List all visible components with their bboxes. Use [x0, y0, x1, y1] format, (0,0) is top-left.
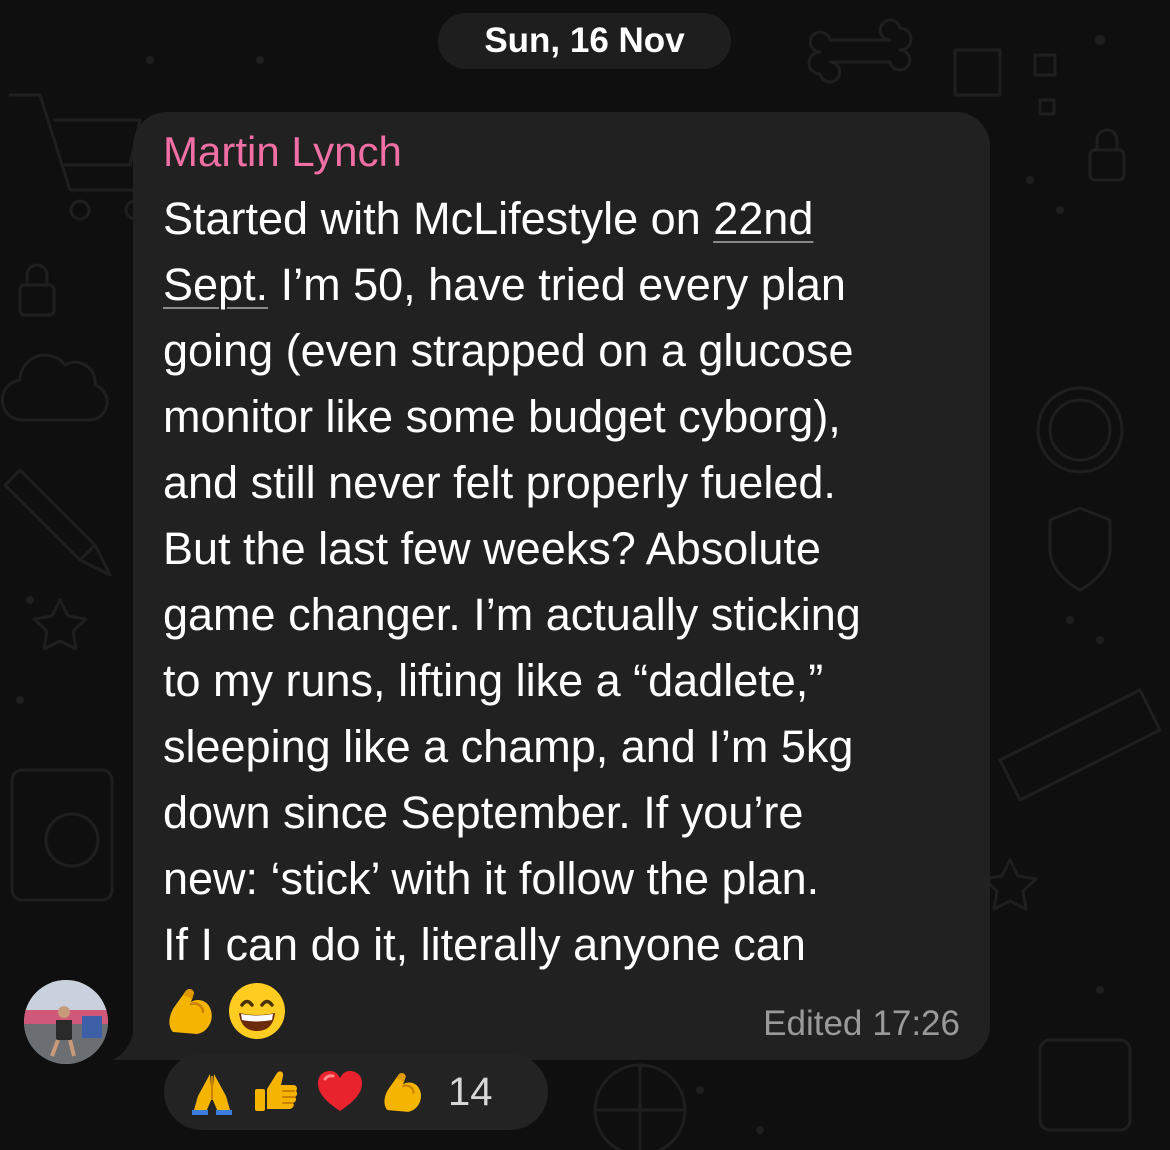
- thumbs-up-icon: [255, 1071, 298, 1111]
- message-line: Sept. I’m 50, have tried every plan: [163, 252, 973, 318]
- message-meta: Edited 17:26: [763, 1004, 960, 1044]
- message-text: Started with McLifestyle on 22nd Sept. I…: [163, 186, 973, 1044]
- message-line: going (even strapped on a glucose: [163, 325, 854, 376]
- flexed-biceps-icon: [384, 1073, 422, 1112]
- date-separator: Sun, 16 Nov: [438, 13, 731, 69]
- message-line: to my runs, lifting like a “dadlete,”: [163, 655, 824, 706]
- message-line: Started with McLifestyle on 22nd: [163, 186, 973, 252]
- reaction-flexed-biceps[interactable]: [378, 1062, 430, 1122]
- reaction-count: 14: [448, 1069, 493, 1114]
- message-line-text: Started with McLifestyle on: [163, 193, 714, 244]
- message-line: game changer. I’m actually sticking: [163, 589, 861, 640]
- folded-hands-icon: [192, 1074, 232, 1115]
- message-time: 17:26: [872, 1004, 960, 1043]
- reaction-red-heart[interactable]: [314, 1062, 366, 1122]
- edited-label: Edited: [763, 1004, 863, 1043]
- date-link[interactable]: 22nd: [713, 193, 813, 244]
- message-line: down since September. If you’re: [163, 787, 804, 838]
- sender-name[interactable]: Martin Lynch: [163, 126, 402, 178]
- reactions-bar[interactable]: 14: [164, 1054, 548, 1130]
- flexed-biceps-icon: [169, 989, 212, 1034]
- avatar-photo: [24, 980, 108, 1064]
- avatar[interactable]: [24, 980, 108, 1064]
- grinning-face-icon: [229, 983, 285, 1039]
- reaction-folded-hands[interactable]: [186, 1062, 238, 1122]
- message-line-text: I’m 50, have tried every plan: [280, 259, 846, 310]
- message-line: If I can do it, literally anyone can: [163, 919, 806, 970]
- reaction-thumbs-up[interactable]: [250, 1062, 302, 1122]
- message-line: But the last few weeks? Absolute: [163, 523, 821, 574]
- message-line: new: ‘stick’ with it follow the plan.: [163, 853, 820, 904]
- message-line: and still never felt properly fueled.: [163, 457, 836, 508]
- message-line: sleeping like a champ, and I’m 5kg: [163, 721, 854, 772]
- date-link[interactable]: Sept.: [163, 259, 268, 310]
- message-line: monitor like some budget cyborg),: [163, 391, 841, 442]
- message-bubble[interactable]: Martin Lynch Started with McLifestyle on…: [133, 112, 990, 1060]
- red-heart-icon: [318, 1071, 362, 1111]
